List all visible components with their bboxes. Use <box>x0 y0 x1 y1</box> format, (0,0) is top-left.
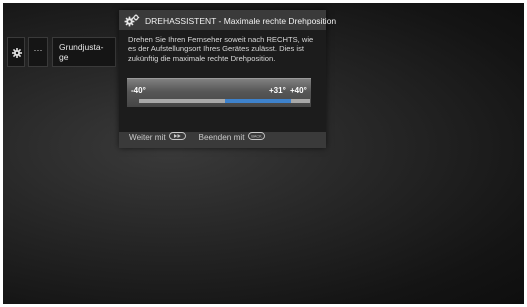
dialog-instruction-text: Drehen Sie Ihren Fernseher soweit nach R… <box>128 35 314 63</box>
gear-icon <box>12 45 22 63</box>
gears-icon <box>124 14 140 31</box>
menu-tile-more[interactable]: ··· <box>28 37 48 67</box>
rotation-bar-fill <box>224 99 291 103</box>
rotation-bar-track <box>139 99 310 103</box>
range-min-label: -40° <box>131 86 146 95</box>
end-label: Beenden mit <box>198 133 245 143</box>
menu-tile-grundjustage-label-line2: ge <box>59 52 69 62</box>
menu-tile-settings[interactable] <box>7 37 25 67</box>
dialog-title-bar: DREHASSISTENT - Maximale rechte Drehposi… <box>124 14 336 31</box>
menu-tile-grundjustage[interactable]: Grundjusta- ge <box>52 37 116 67</box>
dialog-title: DREHASSISTENT - Maximale rechte Drehposi… <box>145 16 337 26</box>
ff-key-icon[interactable] <box>169 131 186 145</box>
tv-screen: ··· Grundjusta- ge DREHASSISTENT - Maxim… <box>3 3 524 304</box>
rotation-range-indicator: -40° +31° +40° <box>127 78 311 107</box>
rotation-assistant-dialog: DREHASSISTENT - Maximale rechte Drehposi… <box>119 10 336 148</box>
back-key-icon[interactable]: BACK <box>247 131 265 145</box>
dialog-body: Drehen Sie Ihren Fernseher soweit nach R… <box>119 30 326 132</box>
range-current-label: +31° <box>269 86 286 95</box>
next-label: Weiter mit <box>129 133 166 143</box>
back-key-text: BACK <box>251 135 262 139</box>
range-max-label: +40° <box>290 86 307 95</box>
menu-tile-grundjustage-label-line1: Grundjusta- <box>59 42 104 52</box>
menu-tile-more-label: ··· <box>33 45 43 55</box>
dialog-footer: Weiter mit Beenden mit BACK <box>129 131 266 145</box>
